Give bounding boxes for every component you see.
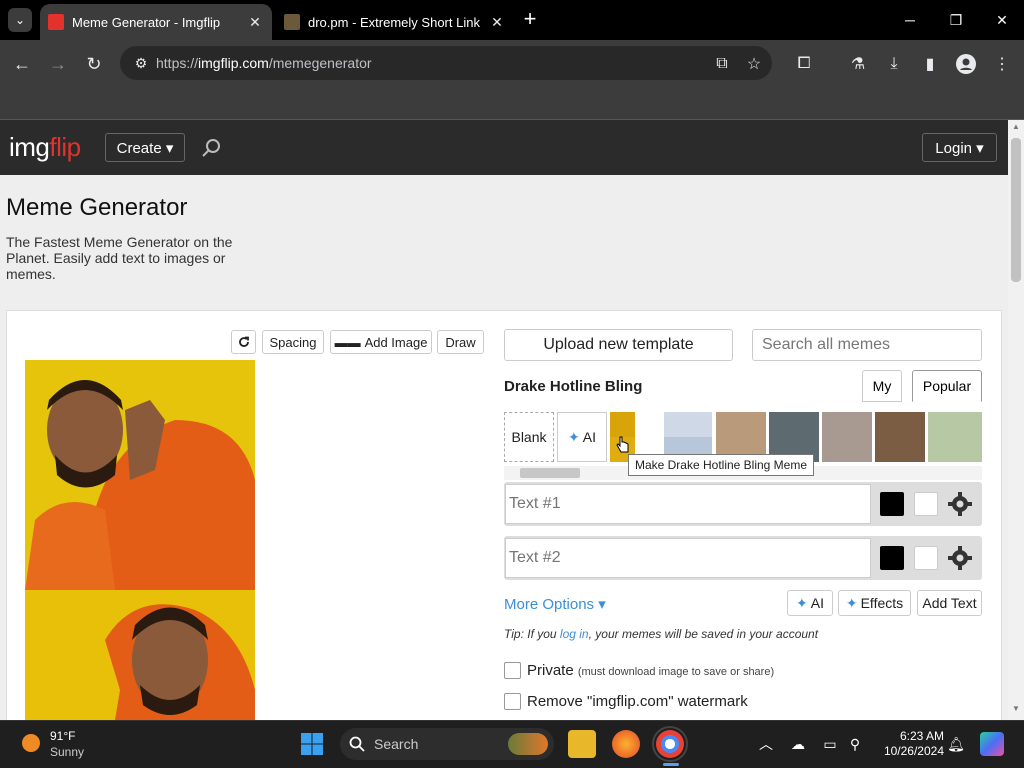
template-thumb[interactable] (822, 412, 872, 462)
downloads-icon[interactable]: ⤓ (882, 52, 906, 76)
search-memes-input[interactable] (752, 329, 982, 361)
tab-my[interactable]: My (862, 370, 902, 402)
file-explorer-icon[interactable] (568, 730, 596, 758)
tab-title: Meme Generator - Imgflip (72, 14, 221, 30)
taskbar-search[interactable]: Search (340, 728, 554, 760)
profile-avatar-icon[interactable] (954, 52, 978, 76)
outline-color-swatch[interactable] (880, 492, 904, 516)
hand-cursor-icon (616, 436, 630, 454)
tab-meme-generator[interactable]: Meme Generator - Imgflip ✕ (40, 4, 272, 40)
more-options-link[interactable]: More Options ▾ (504, 595, 606, 613)
thumbnail-scroll-thumb[interactable] (520, 468, 580, 478)
text-2-input[interactable] (505, 538, 871, 578)
ai-text-button[interactable]: ✦ AI (787, 590, 833, 616)
page-scroll-thumb[interactable] (1011, 138, 1021, 282)
login-button[interactable]: Login ▾ (922, 133, 997, 162)
sparkle-icon: ✦ (845, 594, 858, 611)
back-icon[interactable]: ← (8, 50, 36, 78)
sparkle-icon: ✦ (568, 428, 580, 445)
display-icon[interactable]: ▭ (820, 734, 840, 754)
text-box-2 (504, 536, 982, 580)
login-link[interactable]: log in (560, 627, 589, 641)
draw-button[interactable]: Draw (437, 330, 484, 354)
meme-preview-image[interactable] (25, 360, 255, 720)
active-app-indicator (663, 763, 679, 766)
gear-icon[interactable] (947, 491, 973, 517)
firefox-icon[interactable] (612, 730, 640, 758)
bookmarks-bar (0, 86, 1024, 120)
tab-title: dro.pm - Extremely Short Link (308, 14, 480, 30)
weather-condition[interactable]: Sunny (50, 745, 84, 759)
template-tooltip: Make Drake Hotline Bling Meme (628, 454, 814, 476)
upload-template-button[interactable]: Upload new template (504, 329, 733, 361)
private-label: Private (must download image to save or … (527, 662, 775, 679)
sunglasses-icon: ▬▬ (334, 334, 361, 350)
copilot-icon[interactable] (980, 732, 1004, 756)
sun-weather-icon[interactable] (22, 734, 40, 752)
create-menu-button[interactable]: Create ▾ (105, 133, 185, 162)
text-box-1 (504, 482, 982, 526)
notifications-bell-icon[interactable]: 🔔︎ (946, 734, 966, 754)
side-panel-icon[interactable]: ▮ (918, 52, 942, 76)
page-subtitle: The Fastest Meme Generator on the Planet… (6, 234, 233, 282)
gear-icon[interactable] (947, 545, 973, 571)
forward-icon[interactable]: → (44, 50, 72, 78)
sparkle-icon: ✦ (796, 594, 808, 611)
close-window-icon[interactable]: ✕ (982, 6, 1022, 34)
template-thumb[interactable] (875, 412, 925, 462)
template-thumb[interactable] (928, 412, 982, 462)
blank-template-button[interactable]: Blank (504, 412, 554, 462)
reload-icon[interactable]: ↻ (80, 50, 108, 78)
page-title: Meme Generator (6, 194, 188, 221)
login-tip: Tip: If you log in, your memes will be s… (504, 627, 819, 641)
extensions-icon[interactable]: ⧠ (792, 52, 816, 76)
chrome-icon[interactable] (652, 726, 688, 762)
close-tab-icon[interactable]: ✕ (246, 14, 264, 31)
tab-popular[interactable]: Popular (912, 370, 982, 402)
taskbar-search-label: Search (374, 736, 419, 752)
effects-button[interactable]: ✦ Effects (838, 590, 911, 616)
address-bar[interactable]: ⚙ https://imgflip.com/memegenerator (120, 46, 772, 80)
tab-search-dropdown-icon[interactable]: ⌄ (8, 8, 32, 32)
imgflip-logo[interactable]: imgflip (9, 132, 81, 163)
search-icon[interactable] (200, 137, 222, 159)
url-text: https://imgflip.com/memegenerator (156, 55, 372, 71)
scroll-up-icon[interactable]: ▲ (1008, 122, 1024, 136)
remove-watermark-checkbox[interactable] (504, 693, 521, 710)
outline-color-swatch[interactable] (880, 546, 904, 570)
text-1-input[interactable] (505, 484, 871, 524)
imgflip-favicon-icon (48, 14, 64, 30)
tab-dro-pm[interactable]: dro.pm - Extremely Short Link ✕ (276, 4, 514, 40)
restore-icon[interactable]: ❐ (936, 6, 976, 34)
windows-start-icon[interactable] (300, 732, 324, 756)
cloud-sync-icon[interactable]: ☁ (788, 734, 808, 754)
menu-kebab-icon[interactable]: ⋮ (990, 52, 1014, 76)
ai-template-button[interactable]: ✦ AI (557, 412, 607, 462)
scroll-down-icon[interactable]: ▼ (1008, 704, 1024, 718)
weather-temperature[interactable]: 91°F (50, 729, 75, 743)
bookmark-star-icon[interactable]: ☆ (742, 52, 766, 76)
add-image-button[interactable]: ▬▬ Add Image (330, 330, 432, 354)
labs-flask-icon[interactable]: ⚗ (846, 52, 870, 76)
site-info-icon[interactable]: ⚙ (126, 55, 156, 72)
close-tab-icon[interactable]: ✕ (488, 14, 506, 31)
minimize-icon[interactable]: ─ (890, 6, 930, 34)
template-name: Drake Hotline Bling (504, 378, 643, 395)
add-text-button[interactable]: Add Text (917, 590, 982, 616)
network-icon[interactable]: ⚲ (845, 734, 865, 754)
new-tab-button[interactable]: + (518, 8, 542, 32)
remove-watermark-label: Remove "imgflip.com" watermark (527, 693, 748, 710)
install-app-icon[interactable]: ⧉ (710, 52, 734, 76)
spacing-button[interactable]: Spacing (262, 330, 324, 354)
dro-pm-favicon-icon (284, 14, 300, 30)
search-icon (349, 736, 365, 752)
private-checkbox[interactable] (504, 662, 521, 679)
show-hidden-icons-icon[interactable]: ︿ (756, 734, 776, 754)
rotate-reset-button[interactable] (231, 330, 256, 354)
text-color-swatch[interactable] (914, 492, 938, 516)
text-color-swatch[interactable] (914, 546, 938, 570)
taskbar-clock[interactable]: 6:23 AM 10/26/2024 (868, 729, 944, 759)
search-highlight-icon (508, 733, 548, 755)
